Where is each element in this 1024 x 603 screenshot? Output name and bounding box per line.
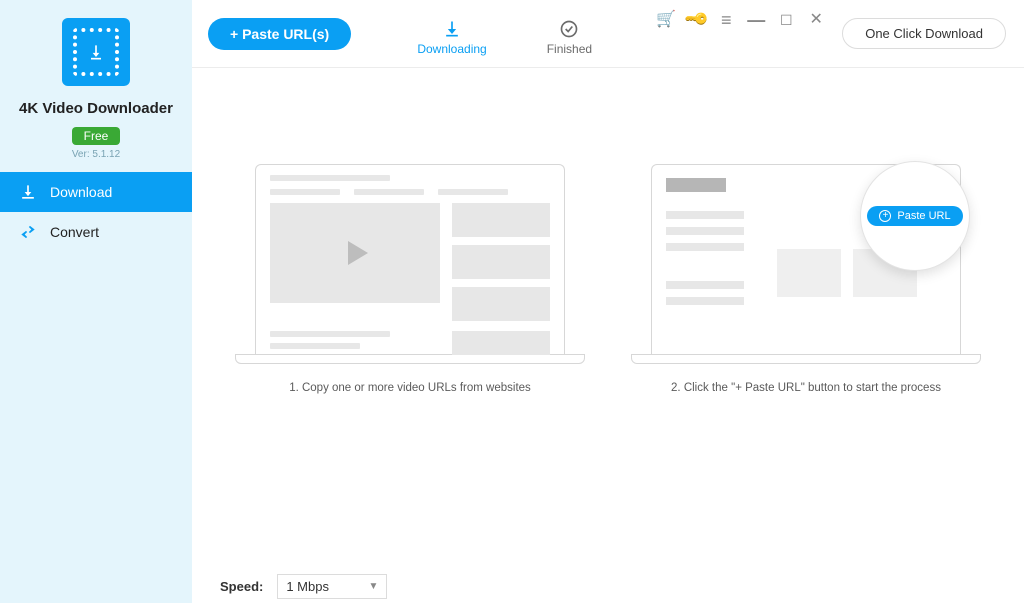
maximize-icon[interactable]: ☐ xyxy=(778,12,794,28)
title-icons: 🛒 🔑 ≡ — ☐ ✕ xyxy=(658,12,824,28)
top-right: 🛒 🔑 ≡ — ☐ ✕ One Click Download xyxy=(658,18,1012,49)
footer: Speed: 1 Mbps ▼ xyxy=(192,570,1024,603)
convert-icon xyxy=(18,222,38,242)
close-icon[interactable]: ✕ xyxy=(808,12,824,28)
download-arrow-icon xyxy=(86,41,106,63)
paste-url-button[interactable]: + Paste URL(s) xyxy=(208,18,351,50)
step1-caption: 1. Copy one or more video URLs from webs… xyxy=(289,382,531,394)
step-1: 1. Copy one or more video URLs from webs… xyxy=(235,164,585,394)
speed-label: Speed: xyxy=(220,579,263,594)
tab-finished[interactable]: Finished xyxy=(547,12,592,56)
speed-value: 1 Mbps xyxy=(286,579,329,594)
main: + Paste URL(s) Downloading Finished xyxy=(192,0,1024,603)
sidebar: 4K Video Downloader Free Ver: 5.1.12 Dow… xyxy=(0,0,192,603)
play-icon xyxy=(348,241,368,265)
topbar: + Paste URL(s) Downloading Finished xyxy=(192,0,1024,68)
app-name: 4K Video Downloader xyxy=(19,100,173,117)
laptop-illustration-2: + Paste URL xyxy=(631,164,981,364)
step-2: + Paste URL 2. Click the "+ Paste URL" b… xyxy=(631,164,981,394)
tab-label: Finished xyxy=(547,42,592,56)
menu-icon[interactable]: ≡ xyxy=(718,12,734,28)
app-logo xyxy=(62,18,130,86)
downloading-icon xyxy=(441,18,463,40)
key-icon[interactable]: 🔑 xyxy=(685,8,708,31)
nav-item-label: Convert xyxy=(50,224,99,240)
video-placeholder xyxy=(270,203,440,303)
magnified-paste-url-button: + Paste URL xyxy=(867,206,962,226)
nav-item-label: Download xyxy=(50,184,112,200)
tab-downloading[interactable]: Downloading xyxy=(417,12,486,56)
minimize-icon[interactable]: — xyxy=(748,12,764,28)
nav-item-convert[interactable]: Convert xyxy=(0,212,192,252)
nav: Download Convert xyxy=(0,172,192,252)
tabs: Downloading Finished xyxy=(351,12,658,56)
plus-icon: + xyxy=(879,210,891,222)
laptop-illustration-1 xyxy=(235,164,585,364)
speed-select[interactable]: 1 Mbps ▼ xyxy=(277,574,387,599)
cart-icon[interactable]: 🛒 xyxy=(658,12,674,28)
chevron-down-icon: ▼ xyxy=(368,581,378,592)
download-icon xyxy=(18,182,38,202)
one-click-download-button[interactable]: One Click Download xyxy=(842,18,1006,49)
nav-item-download[interactable]: Download xyxy=(0,172,192,212)
content: 1. Copy one or more video URLs from webs… xyxy=(192,68,1024,603)
magnifier-label: Paste URL xyxy=(897,210,950,222)
finished-icon xyxy=(559,18,579,40)
tab-label: Downloading xyxy=(417,42,486,56)
version-label: Ver: 5.1.12 xyxy=(72,149,120,160)
plan-badge: Free xyxy=(72,127,121,145)
step2-caption: 2. Click the "+ Paste URL" button to sta… xyxy=(671,382,941,394)
magnifier: + Paste URL xyxy=(860,161,970,271)
